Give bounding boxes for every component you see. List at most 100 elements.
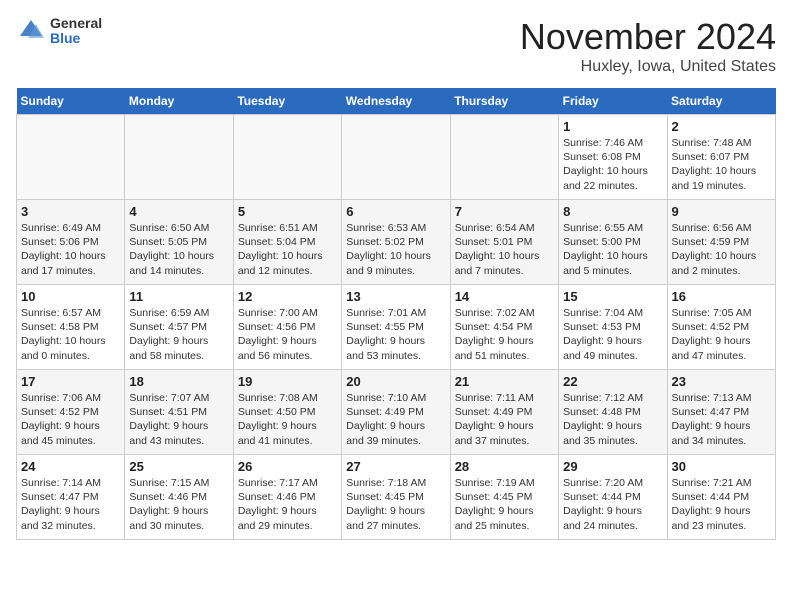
day-number: 8 (563, 204, 662, 219)
calendar-cell: 30Sunrise: 7:21 AM Sunset: 4:44 PM Dayli… (667, 455, 775, 540)
day-info: Sunrise: 7:17 AM Sunset: 4:46 PM Dayligh… (238, 476, 337, 533)
day-info: Sunrise: 7:00 AM Sunset: 4:56 PM Dayligh… (238, 306, 337, 363)
calendar-cell: 7 Sunrise: 6:54 AM Sunset: 5:01 PM Daylig… (450, 200, 558, 285)
day-number: 6 (346, 204, 445, 219)
calendar-cell: 8Sunrise: 6:55 AM Sunset: 5:00 PM Daylig… (559, 200, 667, 285)
calendar-body: 1 Sunrise: 7:46 AM Sunset: 6:08 PM Daylig… (17, 115, 776, 540)
calendar-cell: 14Sunrise: 7:02 AM Sunset: 4:54 PM Dayli… (450, 285, 558, 370)
day-number: 22 (563, 374, 662, 389)
calendar-cell: 15 Sunrise: 7:04 AM Sunset: 4:53 PM Dayli… (559, 285, 667, 370)
calendar-cell: 5 Sunrise: 6:51 AM Sunset: 5:04 PM Daylig… (233, 200, 341, 285)
day-number: 27 (346, 459, 445, 474)
day-info: Sunrise: 7:06 AM Sunset: 4:52 PM Dayligh… (21, 391, 120, 448)
day-number: 14 (455, 289, 554, 304)
calendar-cell: 13 Sunrise: 7:01 AM Sunset: 4:55 PM Dayli… (342, 285, 450, 370)
calendar-cell (450, 115, 558, 200)
calendar-cell: 29 Sunrise: 7:20 AM Sunset: 4:44 PM Dayli… (559, 455, 667, 540)
header: General Blue November 2024 Huxley, Iowa,… (16, 16, 776, 76)
day-info: Sunrise: 6:51 AM Sunset: 5:04 PM Dayligh… (238, 221, 337, 278)
day-number: 1 (563, 119, 662, 134)
calendar-cell: 10 Sunrise: 6:57 AM Sunset: 4:58 PM Dayli… (17, 285, 125, 370)
location-title: Huxley, Iowa, United States (520, 58, 776, 76)
day-info: Sunrise: 7:48 AM Sunset: 6:07 PM Dayligh… (672, 136, 771, 193)
weekday-header-cell: Tuesday (233, 88, 341, 115)
weekday-header-cell: Thursday (450, 88, 558, 115)
day-info: Sunrise: 7:14 AM Sunset: 4:47 PM Dayligh… (21, 476, 120, 533)
day-info: Sunrise: 7:01 AM Sunset: 4:55 PM Dayligh… (346, 306, 445, 363)
day-info: Sunrise: 6:54 AM Sunset: 5:01 PM Dayligh… (455, 221, 554, 278)
day-number: 19 (238, 374, 337, 389)
day-info: Sunrise: 7:46 AM Sunset: 6:08 PM Dayligh… (563, 136, 662, 193)
day-info: Sunrise: 7:05 AM Sunset: 4:52 PM Dayligh… (672, 306, 771, 363)
calendar-cell: 11Sunrise: 6:59 AM Sunset: 4:57 PM Dayli… (125, 285, 233, 370)
day-number: 5 (238, 204, 337, 219)
day-info: Sunrise: 7:15 AM Sunset: 4:46 PM Dayligh… (129, 476, 228, 533)
logo-general-text: General (50, 16, 102, 31)
calendar-cell (17, 115, 125, 200)
day-number: 29 (563, 459, 662, 474)
calendar-cell: 22 Sunrise: 7:12 AM Sunset: 4:48 PM Dayli… (559, 370, 667, 455)
day-number: 17 (21, 374, 120, 389)
day-number: 12 (238, 289, 337, 304)
calendar-table: SundayMondayTuesdayWednesdayThursdayFrid… (16, 88, 776, 540)
month-title: November 2024 (520, 16, 776, 58)
day-info: Sunrise: 7:13 AM Sunset: 4:47 PM Dayligh… (672, 391, 771, 448)
day-info: Sunrise: 7:10 AM Sunset: 4:49 PM Dayligh… (346, 391, 445, 448)
calendar-cell: 19 Sunrise: 7:08 AM Sunset: 4:50 PM Dayli… (233, 370, 341, 455)
calendar-cell: 23 Sunrise: 7:13 AM Sunset: 4:47 PM Dayli… (667, 370, 775, 455)
day-info: Sunrise: 7:11 AM Sunset: 4:49 PM Dayligh… (455, 391, 554, 448)
calendar-cell (125, 115, 233, 200)
calendar-week-row: 3 Sunrise: 6:49 AM Sunset: 5:06 PM Daylig… (17, 200, 776, 285)
day-number: 11 (129, 289, 228, 304)
calendar-cell: 27 Sunrise: 7:18 AM Sunset: 4:45 PM Dayli… (342, 455, 450, 540)
day-info: Sunrise: 6:57 AM Sunset: 4:58 PM Dayligh… (21, 306, 120, 363)
calendar-cell: 2 Sunrise: 7:48 AM Sunset: 6:07 PM Daylig… (667, 115, 775, 200)
day-info: Sunrise: 6:49 AM Sunset: 5:06 PM Dayligh… (21, 221, 120, 278)
day-info: Sunrise: 6:53 AM Sunset: 5:02 PM Dayligh… (346, 221, 445, 278)
day-info: Sunrise: 7:07 AM Sunset: 4:51 PM Dayligh… (129, 391, 228, 448)
day-info: Sunrise: 7:04 AM Sunset: 4:53 PM Dayligh… (563, 306, 662, 363)
day-number: 23 (672, 374, 771, 389)
calendar-cell: 12 Sunrise: 7:00 AM Sunset: 4:56 PM Dayli… (233, 285, 341, 370)
day-info: Sunrise: 7:08 AM Sunset: 4:50 PM Dayligh… (238, 391, 337, 448)
day-info: Sunrise: 6:56 AM Sunset: 4:59 PM Dayligh… (672, 221, 771, 278)
calendar-cell: 18Sunrise: 7:07 AM Sunset: 4:51 PM Dayli… (125, 370, 233, 455)
day-info: Sunrise: 6:50 AM Sunset: 5:05 PM Dayligh… (129, 221, 228, 278)
day-number: 21 (455, 374, 554, 389)
calendar-cell: 24 Sunrise: 7:14 AM Sunset: 4:47 PM Dayli… (17, 455, 125, 540)
calendar-cell: 21 Sunrise: 7:11 AM Sunset: 4:49 PM Dayli… (450, 370, 558, 455)
logo: General Blue (16, 16, 102, 47)
day-number: 7 (455, 204, 554, 219)
day-number: 20 (346, 374, 445, 389)
calendar-cell: 3 Sunrise: 6:49 AM Sunset: 5:06 PM Daylig… (17, 200, 125, 285)
calendar-cell: 1 Sunrise: 7:46 AM Sunset: 6:08 PM Daylig… (559, 115, 667, 200)
day-number: 4 (129, 204, 228, 219)
day-number: 15 (563, 289, 662, 304)
weekday-header-cell: Friday (559, 88, 667, 115)
day-number: 13 (346, 289, 445, 304)
day-number: 9 (672, 204, 771, 219)
logo-blue-text: Blue (50, 31, 102, 46)
calendar-cell: 9 Sunrise: 6:56 AM Sunset: 4:59 PM Daylig… (667, 200, 775, 285)
day-number: 10 (21, 289, 120, 304)
title-area: November 2024 Huxley, Iowa, United State… (520, 16, 776, 76)
day-info: Sunrise: 7:18 AM Sunset: 4:45 PM Dayligh… (346, 476, 445, 533)
day-number: 28 (455, 459, 554, 474)
day-info: Sunrise: 7:12 AM Sunset: 4:48 PM Dayligh… (563, 391, 662, 448)
day-info: Sunrise: 7:19 AM Sunset: 4:45 PM Dayligh… (455, 476, 554, 533)
day-number: 24 (21, 459, 120, 474)
calendar-cell: 17 Sunrise: 7:06 AM Sunset: 4:52 PM Dayli… (17, 370, 125, 455)
calendar-cell: 6 Sunrise: 6:53 AM Sunset: 5:02 PM Daylig… (342, 200, 450, 285)
calendar-cell: 16 Sunrise: 7:05 AM Sunset: 4:52 PM Dayli… (667, 285, 775, 370)
calendar-week-row: 1 Sunrise: 7:46 AM Sunset: 6:08 PM Daylig… (17, 115, 776, 200)
day-number: 2 (672, 119, 771, 134)
calendar-cell: 4 Sunrise: 6:50 AM Sunset: 5:05 PM Daylig… (125, 200, 233, 285)
day-info: Sunrise: 7:20 AM Sunset: 4:44 PM Dayligh… (563, 476, 662, 533)
calendar-cell (233, 115, 341, 200)
weekday-header-cell: Saturday (667, 88, 775, 115)
day-info: Sunrise: 7:21 AM Sunset: 4:44 PM Dayligh… (672, 476, 771, 533)
weekday-header-cell: Monday (125, 88, 233, 115)
calendar-week-row: 10 Sunrise: 6:57 AM Sunset: 4:58 PM Dayli… (17, 285, 776, 370)
day-number: 3 (21, 204, 120, 219)
day-number: 16 (672, 289, 771, 304)
